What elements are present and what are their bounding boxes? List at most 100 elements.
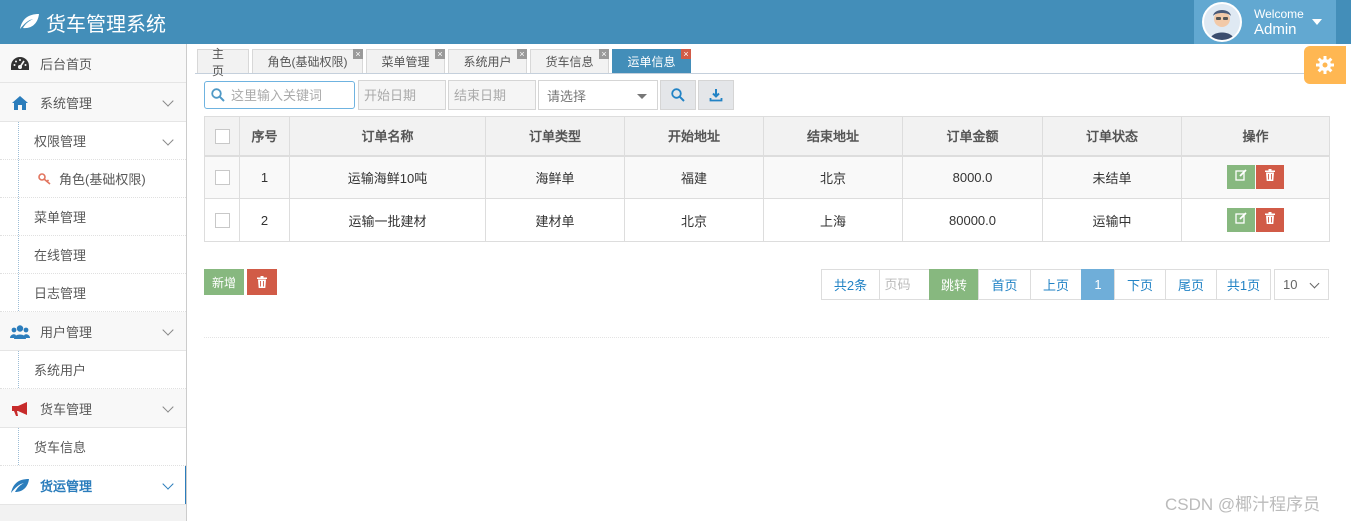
sidebar-item-truck-info[interactable]: 货车信息 (0, 428, 186, 466)
chevron-down-icon (1309, 278, 1320, 289)
tab-home[interactable]: 主页 (197, 47, 249, 78)
next-page-button[interactable]: 下页 (1114, 269, 1166, 300)
close-icon[interactable]: × (353, 49, 363, 59)
waybill-table: 序号 订单名称 订单类型 开始地址 结束地址 订单金额 订单状态 操作 1 运输… (204, 116, 1330, 242)
row-checkbox[interactable] (214, 213, 230, 229)
search-box[interactable] (204, 81, 355, 109)
status-select[interactable]: 请选择 (538, 80, 658, 110)
row-checkbox[interactable] (214, 170, 230, 186)
page-count: 共1页 (1216, 269, 1271, 300)
close-icon[interactable]: × (681, 49, 691, 59)
bullhorn-icon (10, 400, 30, 418)
trash-icon (257, 276, 267, 288)
sidebar-item-label: 角色(基础权限) (59, 172, 146, 187)
chevron-down-icon (162, 324, 174, 336)
sidebar-item-trucks[interactable]: 货车管理 (0, 389, 186, 428)
sidebar-item-roles[interactable]: 角色(基础权限) (0, 160, 186, 198)
start-date-input[interactable] (358, 80, 446, 110)
jump-button[interactable]: 跳转 (929, 269, 979, 300)
tab-menus[interactable]: 菜单管理 × (366, 49, 445, 73)
search-icon (211, 88, 225, 102)
column-header[interactable]: 序号 (239, 116, 290, 157)
column-header[interactable]: 订单金额 (902, 116, 1043, 157)
export-button[interactable] (698, 80, 734, 110)
download-icon (709, 89, 723, 102)
end-date-input[interactable] (448, 80, 536, 110)
page-size-value: 10 (1283, 277, 1298, 292)
divider (204, 337, 1329, 338)
cell-from: 福建 (624, 155, 764, 199)
sidebar-item-system[interactable]: 系统管理 (0, 83, 186, 122)
cell-status: 未结单 (1042, 155, 1182, 199)
cell-no: 2 (239, 198, 290, 242)
table-row[interactable]: 2 运输一批建材 建材单 北京 上海 80000.0 运输中 (204, 198, 1330, 242)
tab-truck-info[interactable]: 货车信息 × (530, 49, 609, 73)
user-menu[interactable]: Welcome Admin (1194, 0, 1336, 44)
select-all-checkbox[interactable] (214, 128, 230, 144)
tab-bar: 主页 角色(基础权限) × 菜单管理 × 系统用户 × 货车信息 × 运单信息 … (195, 47, 1330, 78)
dashboard-icon (10, 55, 30, 73)
tab-roles[interactable]: 角色(基础权限) × (252, 49, 363, 73)
cell-to: 上海 (763, 198, 903, 242)
sidebar-item-users[interactable]: 用户管理 (0, 312, 186, 351)
welcome-text: Welcome Admin (1254, 7, 1304, 37)
cell-to: 北京 (763, 155, 903, 199)
column-header[interactable]: 订单名称 (289, 116, 486, 157)
row-select-cell (204, 198, 240, 242)
close-icon[interactable]: × (599, 49, 609, 59)
last-page-button[interactable]: 尾页 (1165, 269, 1217, 300)
column-header[interactable]: 订单状态 (1042, 116, 1182, 157)
delete-button[interactable] (1256, 165, 1284, 190)
close-icon[interactable]: × (435, 49, 445, 59)
add-button-label: 新增 (211, 275, 236, 290)
sidebar-item-permissions[interactable]: 权限管理 (0, 122, 186, 160)
table-row[interactable]: 1 运输海鲜10吨 海鲜单 福建 北京 8000.0 未结单 (204, 155, 1330, 199)
table-header-row: 序号 订单名称 订单类型 开始地址 结束地址 订单金额 订单状态 操作 (204, 116, 1330, 157)
edit-icon (1235, 212, 1247, 224)
bulk-delete-button[interactable] (247, 269, 277, 295)
page-input-wrap (879, 269, 930, 300)
cell-amount: 80000.0 (902, 198, 1043, 242)
sidebar: 后台首页 系统管理 权限管理 角色(基础权限) 菜单管理 在线管理 日志管理 用… (0, 44, 187, 521)
page-number-input[interactable] (880, 277, 929, 292)
edit-button[interactable] (1227, 165, 1255, 190)
sidebar-item-label: 日志管理 (34, 286, 87, 301)
sidebar-item-system-users[interactable]: 系统用户 (0, 351, 186, 389)
tab-waybill-info[interactable]: 运单信息 × (612, 49, 691, 73)
trash-icon (1265, 212, 1275, 224)
page-size-select[interactable]: 10 (1274, 269, 1329, 300)
close-icon[interactable]: × (517, 49, 527, 59)
prev-page-button[interactable]: 上页 (1030, 269, 1082, 300)
welcome-label: Welcome (1254, 7, 1304, 21)
app-brand[interactable]: 货车管理系统 (18, 8, 166, 36)
settings-button[interactable] (1304, 46, 1346, 84)
sidebar-item-online[interactable]: 在线管理 (0, 236, 186, 274)
watermark: CSDN @椰汁程序员 (1165, 495, 1321, 514)
total-count: 共2条 (821, 269, 880, 300)
sidebar-item-freight[interactable]: 货运管理 (0, 466, 186, 505)
sidebar-item-label: 系统管理 (40, 95, 93, 111)
edit-button[interactable] (1227, 208, 1255, 232)
search-button[interactable] (660, 80, 696, 110)
cell-actions (1181, 155, 1330, 199)
row-select-cell (204, 155, 240, 199)
column-header[interactable]: 结束地址 (763, 116, 903, 157)
cell-name: 运输一批建材 (289, 198, 486, 242)
current-page-button[interactable]: 1 (1081, 269, 1115, 300)
sidebar-item-menus[interactable]: 菜单管理 (0, 198, 186, 236)
cell-type: 海鲜单 (485, 155, 625, 199)
column-header[interactable]: 开始地址 (624, 116, 764, 157)
sidebar-item-logs[interactable]: 日志管理 (0, 274, 186, 312)
add-button[interactable]: 新增 (204, 269, 244, 295)
username-label: Admin (1254, 21, 1297, 38)
search-input[interactable] (231, 87, 349, 103)
sidebar-item-dashboard[interactable]: 后台首页 (0, 44, 186, 83)
select-value: 请选择 (547, 88, 587, 104)
tab-system-users[interactable]: 系统用户 × (448, 49, 527, 73)
delete-button[interactable] (1256, 208, 1284, 232)
first-page-button[interactable]: 首页 (978, 269, 1031, 300)
tab-label: 货车信息 (545, 55, 594, 69)
sidebar-item-label: 货车管理 (40, 401, 93, 417)
sidebar-item-label: 菜单管理 (34, 210, 87, 225)
column-header[interactable]: 订单类型 (485, 116, 625, 157)
